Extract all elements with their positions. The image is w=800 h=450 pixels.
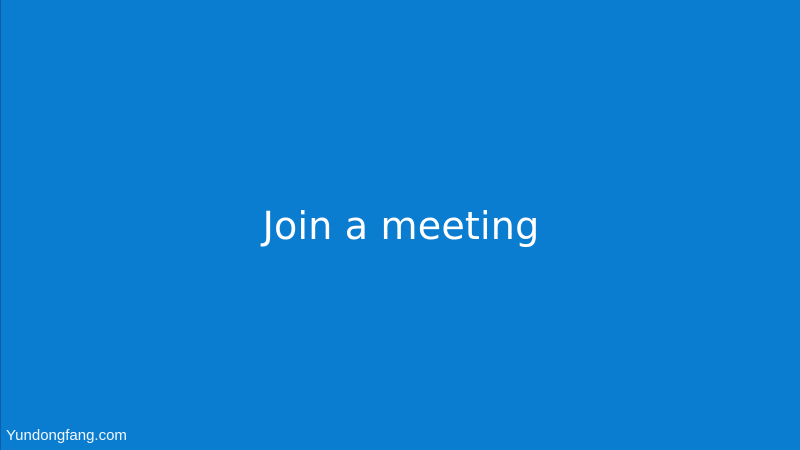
watermark-text: Yundongfang.com [6,427,127,444]
page-title: Join a meeting [262,204,540,248]
join-meeting-screen: Join a meeting Yundongfang.com [0,0,800,450]
